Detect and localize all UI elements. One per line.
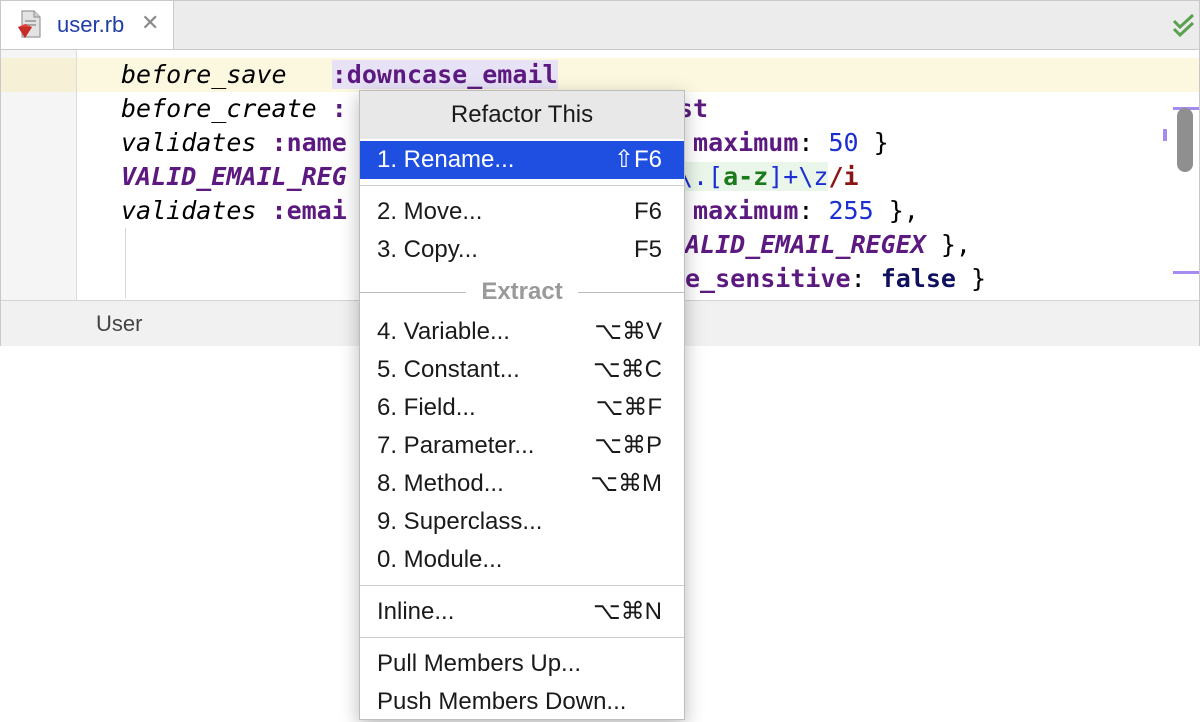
menu-item-label: 4. Variable... [377,318,510,345]
code-token: a-z [723,162,769,191]
code-token: validates [121,196,257,225]
code-token: ALID_EMAIL_REGEX [685,230,926,259]
close-icon[interactable]: ✕ [141,10,159,36]
code-token: false [880,264,956,293]
breadcrumb-item-user[interactable]: User [96,311,142,337]
menu-item-label: 5. Constant... [377,356,520,383]
selected-symbol: :downcase_email [331,60,558,89]
code-token: /i [828,162,859,191]
menu-item-extract-superclass[interactable]: 9. Superclass... [360,503,684,541]
menu-item-extract-constant[interactable]: 5. Constant... ⌥⌘C [360,351,684,389]
code-token: } [858,128,889,157]
menu-item-shortcut: ⇧F6 [613,146,662,173]
check-icon[interactable] [1171,13,1197,37]
code-token: before_create [121,94,317,123]
code-token: maximum [693,128,799,157]
menu-item-extract-parameter[interactable]: 7. Parameter... ⌥⌘P [360,427,684,465]
menu-item-label: 8. Method... [377,470,504,497]
current-line-gutter [1,58,76,92]
code-token: } [955,264,987,293]
code-token: :emai [271,196,347,225]
menu-item-pull-members-up[interactable]: Pull Members Up... [360,645,684,683]
code-token: }, [925,230,971,259]
code-line-7: e_sensitive: false } [685,262,986,296]
menu-item-inline[interactable]: Inline... ⌥⌘N [360,593,684,631]
extract-group-header: Extract [360,275,684,309]
code-token: maximum [693,196,799,225]
menu-item-shortcut: F6 [633,198,662,225]
menu-item-label: Push Members Down... [377,688,627,715]
menu-item-shortcut: ⌥⌘C [593,356,662,383]
code-token: 50 [828,128,859,157]
menu-item-label: Pull Members Up... [377,650,582,677]
code-token: : [798,196,829,225]
menu-item-label: 9. Superclass... [377,508,543,535]
indent-guide [125,228,126,298]
menu-item-shortcut: ⌥⌘F [595,394,662,421]
tab-title: user.rb [57,12,125,37]
menu-item-shortcut: ⌥⌘M [590,470,662,497]
code-token: }, [873,196,919,225]
menu-item-extract-module[interactable]: 0. Module... [360,541,684,579]
popup-title: Refactor This [360,91,684,139]
code-token: : [331,94,347,123]
error-stripe-mark[interactable] [1163,129,1167,141]
menu-item-extract-method[interactable]: 8. Method... ⌥⌘M [360,465,684,503]
menu-item-rename[interactable]: 1. Rename... ⇧F6 [360,141,684,179]
menu-item-shortcut: ⌥⌘N [593,598,662,625]
menu-item-label: Inline... [377,598,455,625]
menu-item-copy[interactable]: 3. Copy... F5 [360,231,684,269]
menu-item-shortcut: ⌥⌘P [594,432,662,459]
editor-tab-bar: user.rb ✕ [1,1,1199,50]
menu-item-extract-field[interactable]: 6. Field... ⌥⌘F [360,389,684,427]
code-token: :name [271,128,347,157]
menu-separator [578,292,684,293]
code-line-1: before_save :downcase_email [121,58,558,92]
code-token: : [850,264,881,293]
menu-item-label: 3. Copy... [377,236,478,263]
menu-item-push-members-down[interactable]: Push Members Down... [360,683,684,721]
scrollbar-thumb[interactable] [1177,108,1193,172]
menu-item-move[interactable]: 2. Move... F6 [360,193,684,231]
menu-separator [360,637,684,638]
menu-separator [360,185,684,186]
menu-item-label: 7. Parameter... [377,432,535,459]
menu-separator [360,585,684,586]
code-token: e_sensitive [685,264,851,293]
code-token: VALID_EMAIL_REG [121,162,347,191]
menu-item-shortcut: F5 [633,236,662,263]
ruby-file-icon [18,10,41,38]
code-line-6: ALID_EMAIL_REGEX }, [685,228,971,262]
code-token: 255 [828,196,874,225]
menu-item-label: 0. Module... [377,546,503,573]
tab-user-rb[interactable]: user.rb ✕ [1,1,174,49]
refactor-this-popup: Refactor This 1. Rename... ⇧F6 2. Move..… [359,90,685,720]
code-token: : [798,128,829,157]
menu-item-label: 1. Rename... [377,146,515,173]
code-token: validates [121,128,257,157]
menu-item-label: 2. Move... [377,198,483,225]
menu-item-label: 6. Field... [377,394,476,421]
menu-item-extract-variable[interactable]: 4. Variable... ⌥⌘V [360,313,684,351]
code-token: before_save [121,60,287,89]
error-stripe-mark[interactable] [1173,271,1199,274]
menu-item-shortcut: ⌥⌘V [594,318,662,345]
code-token: ]+\z [768,162,829,191]
